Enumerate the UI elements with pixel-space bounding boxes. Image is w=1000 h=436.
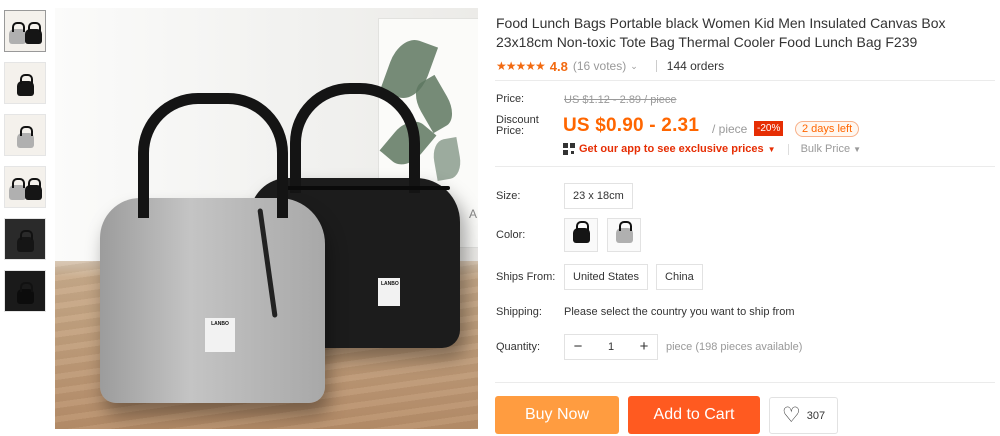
caret-down-icon[interactable]: ▼: [853, 145, 861, 154]
size-row: Size: 23 x 18cm: [496, 183, 641, 209]
add-to-cart-button[interactable]: Add to Cart: [628, 396, 760, 434]
chevron-down-icon[interactable]: ⌄: [630, 61, 638, 72]
ships-from-label: Ships From:: [496, 271, 556, 283]
color-label: Color:: [496, 229, 526, 241]
poster-letter: A: [468, 207, 478, 221]
orders-count: 144 orders: [666, 59, 725, 73]
qr-code-icon: [563, 143, 575, 155]
quantity-input[interactable]: 1: [591, 341, 631, 353]
original-price: US $1.12 - 2.89 / piece: [564, 94, 677, 106]
color-row: Color:: [496, 218, 650, 252]
product-info: Food Lunch Bags Portable black Women Kid…: [496, 14, 996, 74]
grey-bag-icon: [9, 22, 26, 44]
bag-zipper: [280, 186, 450, 190]
quantity-available-note: piece (198 pieces available): [666, 341, 803, 353]
heart-icon: ♡: [781, 403, 801, 427]
discount-price-label: Discount Price:: [496, 114, 539, 137]
rating-value: 4.8: [549, 58, 568, 74]
per-piece-unit: / piece: [712, 122, 748, 136]
wishlist-button[interactable]: ♡ 307: [769, 397, 838, 434]
star-rating-icon: ★★★★★: [496, 59, 546, 73]
bag-handle: [290, 83, 420, 193]
plus-icon[interactable]: +: [631, 335, 657, 359]
black-bag-icon: [17, 74, 34, 96]
divider: [495, 166, 995, 167]
price-label: Price:: [496, 93, 525, 105]
thumbnail-2[interactable]: [4, 62, 46, 104]
thumbnail-list: [4, 10, 48, 322]
black-bag-icon: [25, 22, 42, 44]
grey-lunch-bag: LANBO: [100, 93, 325, 403]
quantity-row: Quantity: − 1 + piece (198 pieces availa…: [496, 334, 802, 360]
bag-label: LANBO: [205, 318, 235, 352]
thumbnail-1[interactable]: [4, 10, 46, 52]
color-swatch-black[interactable]: [564, 218, 598, 252]
size-option[interactable]: 23 x 18cm: [564, 183, 633, 209]
rating-row: ★★★★★ 4.8 (16 votes) ⌄ 144 orders: [496, 58, 996, 74]
divider: [495, 382, 995, 383]
black-bag-icon: [17, 230, 34, 252]
shipping-label: Shipping:: [496, 306, 542, 318]
buy-now-button[interactable]: Buy Now: [495, 396, 619, 434]
thumbnail-6[interactable]: [4, 270, 46, 312]
thumbnail-3[interactable]: [4, 114, 46, 156]
color-swatch-grey[interactable]: [607, 218, 641, 252]
wishlist-count: 307: [806, 409, 826, 422]
product-title: Food Lunch Bags Portable black Women Kid…: [496, 15, 946, 50]
bag-handle: [138, 93, 288, 218]
quantity-stepper: − 1 +: [564, 334, 658, 360]
minus-icon[interactable]: −: [565, 335, 591, 359]
black-bag-icon: [25, 178, 42, 200]
shipping-message: Please select the country you want to sh…: [564, 306, 795, 318]
votes-link[interactable]: (16 votes): [573, 59, 626, 73]
thumbnail-4[interactable]: [4, 166, 46, 208]
ships-from-united-states[interactable]: United States: [564, 264, 649, 290]
shipping-row: Shipping: Please select the country you …: [496, 306, 795, 318]
days-left-badge: 2 days left: [795, 121, 860, 137]
ships-from-row: Ships From: United States China: [496, 264, 711, 290]
grey-bag-icon: [9, 178, 26, 200]
bag-zipper: [257, 208, 278, 318]
app-promo-link[interactable]: Get our app to see exclusive prices: [579, 143, 764, 155]
discount-badge: -20%: [754, 121, 784, 136]
current-price: US $0.90 - 2.31: [563, 115, 700, 136]
bag-label: LANBO: [378, 278, 400, 306]
main-product-image[interactable]: A LANBO LANBO: [55, 8, 478, 429]
black-bag-icon: [573, 221, 590, 243]
divider: [787, 143, 789, 155]
app-promo-row: Get our app to see exclusive prices ▼ Bu…: [563, 143, 861, 155]
black-bag-icon: [17, 282, 34, 304]
divider: [655, 60, 657, 72]
ships-from-china[interactable]: China: [656, 264, 703, 290]
caret-down-icon[interactable]: ▼: [768, 145, 776, 154]
grey-bag-icon: [616, 221, 633, 243]
quantity-label: Quantity:: [496, 341, 541, 353]
grey-bag-icon: [17, 126, 34, 148]
size-label: Size:: [496, 190, 521, 202]
divider: [495, 80, 995, 81]
bulk-price-link[interactable]: Bulk Price: [801, 143, 851, 155]
thumbnail-5[interactable]: [4, 218, 46, 260]
